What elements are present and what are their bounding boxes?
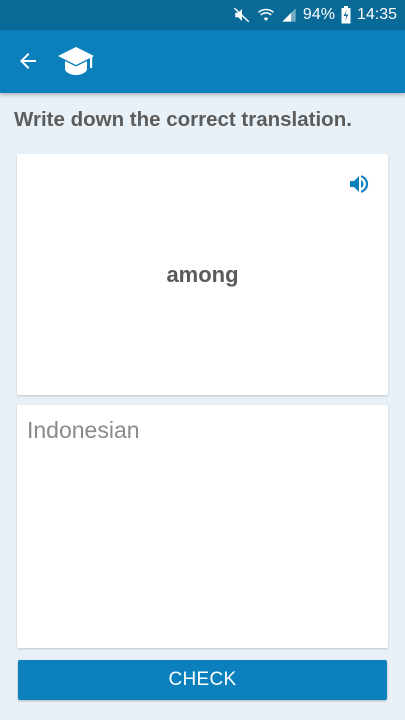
check-button[interactable]: CHECK bbox=[18, 660, 387, 700]
mute-icon bbox=[233, 6, 251, 24]
translation-input[interactable] bbox=[17, 405, 388, 648]
arrow-left-icon bbox=[20, 53, 36, 69]
source-word: among bbox=[166, 262, 239, 287]
word-card: among bbox=[17, 154, 388, 395]
app-bar bbox=[0, 30, 405, 93]
exercise-prompt: Write down the correct translation. bbox=[14, 108, 352, 131]
status-bar: 94% 14:35 bbox=[0, 0, 405, 30]
wifi-icon bbox=[257, 6, 275, 24]
speaker-icon bbox=[350, 175, 369, 193]
graduation-cap-icon bbox=[56, 44, 96, 80]
battery-percent: 94% bbox=[302, 6, 335, 23]
clock: 14:35 bbox=[356, 6, 397, 23]
play-audio-button[interactable] bbox=[346, 171, 372, 197]
answer-card bbox=[17, 405, 388, 648]
battery-charging-icon bbox=[341, 6, 351, 24]
back-button[interactable] bbox=[10, 43, 46, 79]
signal-icon bbox=[281, 7, 297, 23]
